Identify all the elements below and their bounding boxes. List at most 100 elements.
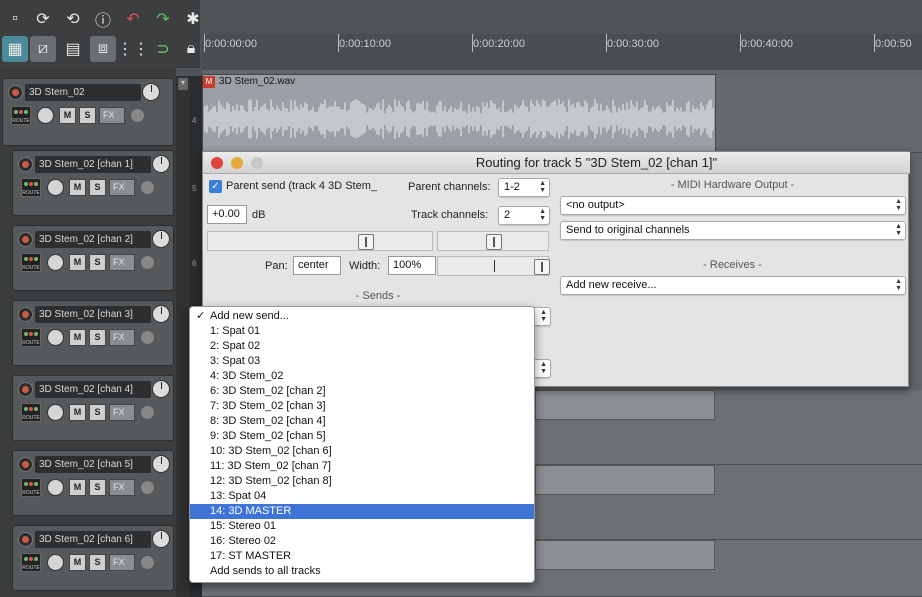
- phase-icon[interactable]: [140, 405, 155, 420]
- item-grouping-icon[interactable]: ⧈: [90, 36, 116, 62]
- phase-icon[interactable]: [140, 555, 155, 570]
- envelope-lock-icon[interactable]: ⋮⋮: [117, 36, 149, 62]
- send-menu-item[interactable]: 10: 3D Stem_02 [chan 6]: [190, 444, 534, 459]
- record-arm-button[interactable]: [18, 457, 33, 472]
- volume-slider[interactable]: [207, 231, 433, 251]
- lock-icon[interactable]: 🔒︎: [178, 36, 204, 62]
- zoom-window-icon[interactable]: [251, 157, 263, 169]
- mute-button[interactable]: M: [69, 404, 86, 421]
- redo-icon[interactable]: ↷: [150, 6, 176, 32]
- timeline-ruler[interactable]: 0:00:00:00 0:00:10:00 0:00:20:00 0:00:30…: [202, 34, 922, 70]
- send-menu-item[interactable]: 17: ST MASTER: [190, 549, 534, 564]
- solo-button[interactable]: S: [79, 107, 96, 124]
- track-name[interactable]: 3D Stem_02 [chan 6]: [35, 531, 151, 548]
- media-item-lane-9[interactable]: [535, 465, 715, 495]
- track-name[interactable]: 3D Stem_02 [chan 1]: [35, 156, 151, 173]
- track-name[interactable]: 3D Stem_02 [chan 3]: [35, 306, 151, 323]
- width-input[interactable]: 100%: [388, 256, 436, 275]
- fx-button[interactable]: FX: [109, 404, 135, 421]
- send-menu-item[interactable]: 2: Spat 02: [190, 339, 534, 354]
- parent-channels-select[interactable]: 1-2 ▲ ▼: [498, 178, 550, 197]
- grid-icon[interactable]: ▦: [2, 36, 28, 62]
- metronome-icon[interactable]: ✱: [180, 6, 206, 32]
- pan-knob[interactable]: [47, 404, 64, 421]
- media-item-lane-8[interactable]: [535, 390, 715, 420]
- send-menu-item[interactable]: 16: Stereo 02: [190, 534, 534, 549]
- pan-knob[interactable]: [47, 254, 64, 271]
- undo-icon[interactable]: ↶: [120, 6, 146, 32]
- route-button[interactable]: ROUTE: [21, 553, 41, 572]
- track-panel[interactable]: 3D Stem_02 [chan 2] ROUTE M S FX: [12, 225, 174, 291]
- route-button[interactable]: ROUTE: [11, 106, 31, 125]
- track-channels-select[interactable]: 2 ▲ ▼: [498, 206, 550, 225]
- phase-icon[interactable]: [140, 330, 155, 345]
- pan-input[interactable]: center: [293, 256, 341, 275]
- record-arm-button[interactable]: [18, 232, 33, 247]
- fx-button[interactable]: FX: [109, 479, 135, 496]
- pan-slider[interactable]: [437, 231, 549, 251]
- record-arm-button[interactable]: [8, 85, 23, 100]
- solo-button[interactable]: S: [89, 254, 106, 271]
- mute-button[interactable]: M: [69, 479, 86, 496]
- track-panel[interactable]: 3D Stem_02 [chan 3] ROUTE M S FX: [12, 300, 174, 366]
- fx-button[interactable]: FX: [109, 329, 135, 346]
- solo-button[interactable]: S: [89, 554, 106, 571]
- volume-knob[interactable]: [152, 230, 170, 248]
- mute-button[interactable]: M: [69, 254, 86, 271]
- volume-knob[interactable]: [152, 530, 170, 548]
- route-button[interactable]: ROUTE: [21, 178, 41, 197]
- save-project-icon[interactable]: ⟲: [60, 6, 86, 32]
- media-item-lane-10[interactable]: [535, 540, 715, 570]
- route-button[interactable]: ROUTE: [21, 478, 41, 497]
- volume-knob[interactable]: [152, 155, 170, 173]
- track-name[interactable]: 3D Stem_02 [chan 2]: [35, 231, 151, 248]
- track-name[interactable]: 3D Stem_02 [chan 5]: [35, 456, 151, 473]
- send-menu-item[interactable]: 6: 3D Stem_02 [chan 2]: [190, 384, 534, 399]
- phase-icon[interactable]: [130, 108, 145, 123]
- volume-knob[interactable]: [152, 455, 170, 473]
- route-button[interactable]: ROUTE: [21, 253, 41, 272]
- pan-knob[interactable]: [37, 107, 54, 124]
- send-menu-item[interactable]: 13: Spat 04: [190, 489, 534, 504]
- mute-button[interactable]: M: [69, 329, 86, 346]
- width-slider-thumb[interactable]: [534, 259, 550, 275]
- record-arm-button[interactable]: [18, 532, 33, 547]
- tcp-scrollbar[interactable]: ▾: [176, 76, 190, 597]
- mute-button[interactable]: M: [59, 107, 76, 124]
- send-menu-item[interactable]: 1: Spat 01: [190, 324, 534, 339]
- pan-knob[interactable]: [47, 179, 64, 196]
- track-name[interactable]: 3D Stem_02: [25, 84, 141, 101]
- fx-button[interactable]: FX: [99, 107, 125, 124]
- track-name[interactable]: 3D Stem_02 [chan 4]: [35, 381, 151, 398]
- mute-button[interactable]: M: [69, 554, 86, 571]
- route-button[interactable]: ROUTE: [21, 403, 41, 422]
- send-menu-item[interactable]: 15: Stereo 01: [190, 519, 534, 534]
- route-button[interactable]: ROUTE: [21, 328, 41, 347]
- close-window-icon[interactable]: [211, 157, 223, 169]
- snap-icon[interactable]: ⧄: [30, 36, 56, 62]
- phase-icon[interactable]: [140, 480, 155, 495]
- send-menu-item[interactable]: 8: 3D Stem_02 [chan 4]: [190, 414, 534, 429]
- track-panel[interactable]: 3D Stem_02 ROUTE M S FX: [2, 78, 174, 146]
- solo-button[interactable]: S: [89, 479, 106, 496]
- pan-knob[interactable]: [47, 329, 64, 346]
- scroll-up-icon[interactable]: ▾: [178, 78, 188, 90]
- track-panel[interactable]: 3D Stem_02 [chan 5] ROUTE M S FX: [12, 450, 174, 516]
- add-receive-select[interactable]: Add new receive... ▲ ▼: [560, 276, 906, 295]
- phase-icon[interactable]: [140, 255, 155, 270]
- volume-knob[interactable]: [152, 380, 170, 398]
- send-menu-item[interactable]: 4: 3D Stem_02: [190, 369, 534, 384]
- pan-knob[interactable]: [47, 479, 64, 496]
- auto-crossfade-icon[interactable]: ⊃: [150, 36, 176, 62]
- parent-send-checkbox[interactable]: ✓: [209, 180, 222, 193]
- send-menu-item[interactable]: ✓ Add new send...: [190, 309, 534, 324]
- solo-button[interactable]: S: [89, 329, 106, 346]
- midi-channels-select[interactable]: Send to original channels ▲ ▼: [560, 221, 906, 240]
- pan-slider-thumb[interactable]: [486, 234, 502, 250]
- open-project-icon[interactable]: ⟳: [30, 6, 56, 32]
- width-slider[interactable]: [437, 256, 550, 276]
- send-menu-item[interactable]: 9: 3D Stem_02 [chan 5]: [190, 429, 534, 444]
- minimize-window-icon[interactable]: [231, 157, 243, 169]
- send-menu-item[interactable]: 12: 3D Stem_02 [chan 8]: [190, 474, 534, 489]
- track-panel[interactable]: 3D Stem_02 [chan 1] ROUTE M S FX: [12, 150, 174, 216]
